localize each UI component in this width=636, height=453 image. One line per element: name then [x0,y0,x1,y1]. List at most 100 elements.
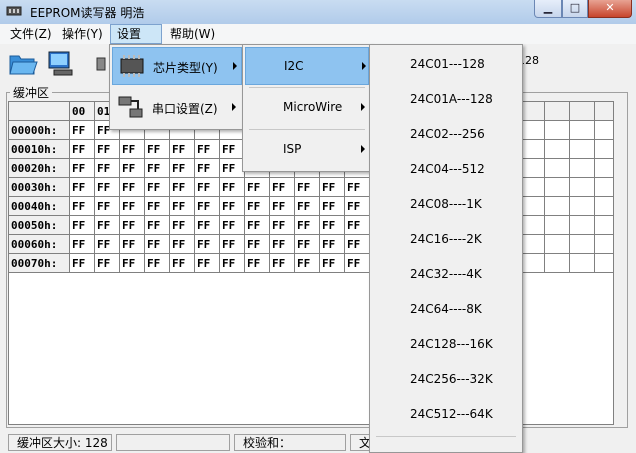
buffer-cell[interactable]: FF [145,254,170,273]
menu-file[interactable]: 文件(Z) [4,24,58,44]
buffer-cell[interactable]: FF [95,216,120,235]
i2c-chip-item[interactable]: 24C32----4K [372,257,520,292]
buffer-cell[interactable] [520,121,545,140]
menu-operation[interactable]: 操作(Y) [56,24,109,44]
buffer-cell[interactable]: FF [220,197,245,216]
buffer-cell[interactable]: FF [345,216,370,235]
buffer-cell[interactable]: FF [320,254,345,273]
i2c-chip-item[interactable]: 24C16----2K [372,222,520,257]
buffer-cell[interactable] [520,216,545,235]
maximize-button[interactable]: □ [562,0,588,18]
buffer-cell[interactable] [595,254,613,273]
buffer-cell[interactable] [545,159,570,178]
buffer-cell[interactable]: FF [195,159,220,178]
buffer-cell[interactable] [570,216,595,235]
buffer-cell[interactable] [595,216,613,235]
buffer-cell[interactable]: FF [195,197,220,216]
buffer-cell[interactable]: FF [170,216,195,235]
buffer-cell[interactable]: FF [120,159,145,178]
buffer-cell[interactable]: FF [170,197,195,216]
buffer-cell[interactable]: FF [145,178,170,197]
i2c-chip-item[interactable]: 24C01A---128 [372,82,520,117]
buffer-cell[interactable]: FF [95,140,120,159]
buffer-cell[interactable] [520,140,545,159]
buffer-cell[interactable]: FF [320,197,345,216]
buffer-cell[interactable]: FF [70,254,95,273]
buffer-cell[interactable] [520,254,545,273]
buffer-cell[interactable]: FF [270,254,295,273]
buffer-cell[interactable]: FF [95,159,120,178]
buffer-cell[interactable]: FF [295,235,320,254]
buffer-cell[interactable] [520,197,545,216]
buffer-cell[interactable]: FF [245,235,270,254]
i2c-chip-item[interactable]: 24C02---256 [372,117,520,152]
i2c-chip-item[interactable]: 24C256---32K [372,362,520,397]
buffer-cell[interactable]: FF [120,235,145,254]
buffer-cell[interactable] [570,178,595,197]
buffer-cell[interactable] [545,216,570,235]
buffer-cell[interactable]: FF [70,140,95,159]
buffer-cell[interactable]: FF [295,216,320,235]
buffer-cell[interactable]: FF [320,235,345,254]
buffer-cell[interactable]: FF [145,197,170,216]
buffer-cell[interactable] [595,140,613,159]
buffer-cell[interactable] [595,178,613,197]
buffer-cell[interactable]: FF [70,216,95,235]
buffer-cell[interactable]: FF [145,216,170,235]
buffer-cell[interactable]: FF [345,178,370,197]
buffer-cell[interactable]: FF [170,235,195,254]
buffer-cell[interactable]: FF [295,197,320,216]
menu-isp[interactable]: ISP [245,131,369,169]
buffer-cell[interactable] [595,121,613,140]
buffer-cell[interactable]: FF [95,178,120,197]
buffer-cell[interactable]: FF [220,216,245,235]
buffer-cell[interactable]: FF [270,216,295,235]
i2c-chip-item[interactable]: 24C128---16K [372,327,520,362]
minimize-button[interactable]: ▁ [534,0,562,18]
buffer-cell[interactable]: FF [345,254,370,273]
buffer-cell[interactable]: FF [320,216,345,235]
buffer-cell[interactable]: FF [95,197,120,216]
buffer-cell[interactable]: FF [70,159,95,178]
buffer-cell[interactable] [545,121,570,140]
menu-chip-type[interactable]: 芯片类型(Y) [112,47,242,85]
buffer-cell[interactable] [595,235,613,254]
open-folder-icon[interactable] [8,48,38,78]
buffer-cell[interactable]: FF [170,159,195,178]
buffer-cell[interactable]: FF [120,197,145,216]
menu-microwire[interactable]: MicroWire [245,89,369,127]
buffer-cell[interactable]: FF [70,121,95,140]
buffer-cell[interactable]: FF [120,178,145,197]
buffer-cell[interactable]: FF [195,254,220,273]
buffer-cell[interactable] [545,254,570,273]
buffer-cell[interactable] [595,197,613,216]
buffer-cell[interactable] [520,178,545,197]
menu-serial-settings[interactable]: 串口设置(Z) [112,89,242,127]
tool-icon[interactable] [94,48,108,78]
buffer-cell[interactable]: FF [70,197,95,216]
buffer-cell[interactable]: FF [245,254,270,273]
buffer-cell[interactable]: FF [245,197,270,216]
buffer-cell[interactable]: FF [295,178,320,197]
buffer-cell[interactable]: FF [70,235,95,254]
buffer-cell[interactable] [520,235,545,254]
buffer-cell[interactable] [545,178,570,197]
buffer-cell[interactable]: FF [295,254,320,273]
buffer-cell[interactable] [570,121,595,140]
buffer-cell[interactable]: FF [120,216,145,235]
i2c-chip-item[interactable]: 24C04---512 [372,152,520,187]
menu-help[interactable]: 帮助(W) [164,24,221,44]
buffer-cell[interactable]: FF [270,235,295,254]
buffer-cell[interactable]: FF [170,254,195,273]
i2c-chip-item[interactable]: 24C64----8K [372,292,520,327]
buffer-cell[interactable] [520,159,545,178]
buffer-cell[interactable] [545,235,570,254]
buffer-cell[interactable]: FF [120,140,145,159]
buffer-cell[interactable]: FF [170,140,195,159]
buffer-cell[interactable] [570,254,595,273]
buffer-cell[interactable]: FF [270,197,295,216]
buffer-cell[interactable]: FF [170,178,195,197]
buffer-cell[interactable]: FF [95,254,120,273]
buffer-cell[interactable]: FF [145,235,170,254]
menu-settings[interactable]: 设置(X) [110,24,162,59]
